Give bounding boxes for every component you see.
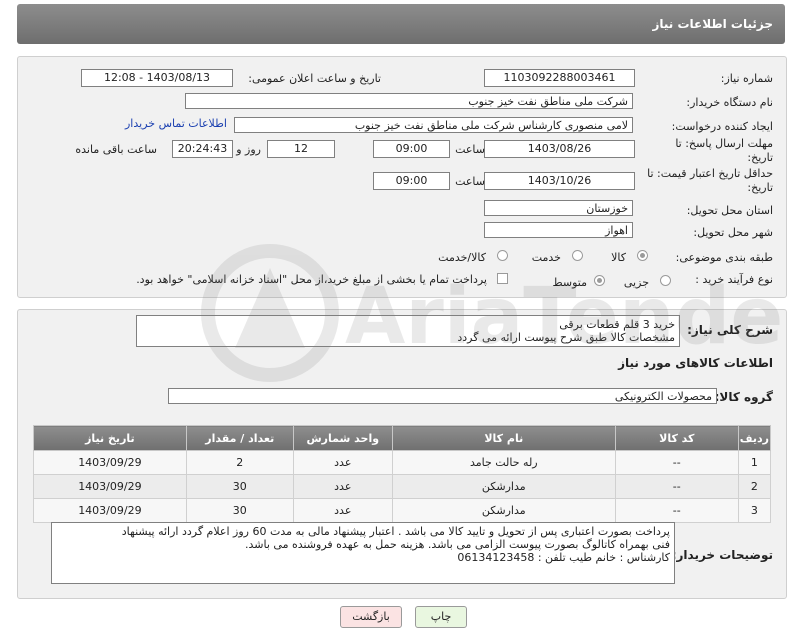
category-radio-service[interactable] — [572, 250, 583, 261]
cell-name: مدارشکن — [391, 498, 616, 523]
category-option-goods-service: کالا/خدمت — [438, 251, 486, 264]
treasury-payment-note: پرداخت تمام یا بخشی از مبلغ خرید،از محل … — [136, 273, 487, 286]
summary-textarea: خرید 3 قلم قطعات برقی مشخصات کالا طبق شر… — [136, 315, 680, 347]
cell-name: مدارشکن — [391, 474, 616, 499]
province-field: خوزستان — [484, 200, 633, 216]
buyer-org-label: نام دستگاه خریدار: — [686, 96, 773, 109]
need-number-label: شماره نیاز: — [720, 72, 773, 85]
category-option-service: خدمت — [531, 251, 561, 264]
reply-deadline-label: مهلت ارسال پاسخ: تا — [675, 137, 773, 150]
reply-date-field: 1403/08/26 — [484, 140, 635, 158]
announce-field: 1403/08/13 - 12:08 — [81, 69, 233, 87]
buyer-org-field: شرکت ملی مناطق نفت خیز جنوب — [185, 93, 633, 109]
back-button[interactable]: بازگشت — [340, 606, 402, 628]
city-field: اهواز — [484, 222, 633, 238]
cell-row: 2 — [737, 474, 772, 499]
buyer-contact-link[interactable]: اطلاعات تماس خریدار — [125, 117, 227, 130]
cell-code: -- — [614, 450, 739, 475]
city-label: شهر محل تحویل: — [693, 226, 773, 239]
price-time-field: 09:00 — [373, 172, 450, 190]
col-qty: تعداد / مقدار — [185, 425, 294, 451]
col-name: نام کالا — [391, 425, 616, 451]
cell-name: رله حالت جامد — [391, 450, 616, 475]
cell-code: -- — [614, 474, 739, 499]
table-row: 2 -- مدارشکن عدد 30 1403/09/29 — [33, 474, 772, 499]
category-radio-goods-service[interactable] — [497, 250, 508, 261]
cell-row: 3 — [737, 498, 772, 523]
print-button[interactable]: چاپ — [415, 606, 467, 628]
summary-line-1: خرید 3 قلم قطعات برقی — [559, 318, 675, 331]
price-date-field: 1403/10/26 — [484, 172, 635, 190]
buyer-notes-line-2: فنی بهمراه کاتالوگ بصورت پیوست الزامی می… — [245, 538, 670, 551]
purchase-option-medium: متوسط — [552, 276, 587, 289]
goods-table-header: ردیف کد کالا نام کالا واحد شمارش تعداد /… — [33, 425, 772, 451]
table-row: 1 -- رله حالت جامد عدد 2 1403/09/29 — [33, 450, 772, 475]
category-option-goods: کالا — [611, 251, 626, 264]
province-label: استان محل تحویل: — [686, 204, 773, 217]
remaining-time-label: ساعت باقی مانده — [75, 143, 157, 156]
cell-unit: عدد — [292, 450, 393, 475]
cell-date: 1403/09/29 — [33, 498, 187, 523]
buyer-notes-label: توضیحات خریدار: — [671, 548, 773, 562]
reply-deadline-date-label: تاریخ: — [747, 151, 773, 164]
summary-label: شرح کلی نیاز: — [687, 323, 773, 337]
price-validity-label: حداقل تاریخ اعتبار قیمت: تا — [647, 167, 773, 180]
announce-label: تاریخ و ساعت اعلان عمومی: — [248, 72, 381, 85]
need-number-field: 1103092288003461 — [484, 69, 635, 87]
col-unit: واحد شمارش — [292, 425, 393, 451]
creator-label: ایجاد کننده درخواست: — [671, 120, 773, 133]
cell-date: 1403/09/29 — [33, 450, 187, 475]
cell-date: 1403/09/29 — [33, 474, 187, 499]
reply-time-field: 09:00 — [373, 140, 450, 158]
summary-line-2: مشخصات کالا طبق شرح پیوست ارائه می گردد — [457, 331, 675, 344]
category-radio-goods[interactable] — [637, 250, 648, 261]
buyer-notes-line-1: پرداخت بصورت اعتباری پس از تحویل و تایید… — [121, 525, 670, 538]
goods-table: ردیف کد کالا نام کالا واحد شمارش تعداد /… — [33, 425, 772, 523]
days-label: روز و — [236, 143, 261, 156]
treasury-payment-checkbox[interactable] — [497, 273, 508, 284]
cell-unit: عدد — [292, 474, 393, 499]
creator-field: لامی منصوری کارشناس شرکت ملی مناطق نفت خ… — [234, 117, 633, 133]
remaining-time-field: 20:24:43 — [172, 140, 233, 158]
col-row: ردیف — [737, 425, 772, 451]
purchase-option-minor: جزیی — [623, 276, 649, 289]
page-title: جزئیات اطلاعات نیاز — [652, 17, 773, 31]
goods-section-title: اطلاعات کالاهای مورد نیاز — [618, 356, 773, 370]
price-time-label: ساعت — [455, 175, 485, 188]
buyer-notes-line-3: کارشناس : خانم طیب تلفن : 06134123458 — [457, 551, 670, 564]
goods-group-label: گروه کالا: — [714, 390, 773, 404]
page-header: جزئیات اطلاعات نیاز — [17, 4, 785, 44]
cell-qty: 30 — [185, 474, 294, 499]
buyer-notes-textarea: پرداخت بصورت اعتباری پس از تحویل و تایید… — [51, 522, 675, 584]
purchase-radio-minor[interactable] — [660, 275, 671, 286]
col-date: تاریخ نیاز — [33, 425, 187, 451]
table-row: 3 -- مدارشکن عدد 30 1403/09/29 — [33, 498, 772, 523]
cell-qty: 30 — [185, 498, 294, 523]
reply-time-label: ساعت — [455, 143, 485, 156]
category-label: طبقه بندی موضوعی: — [675, 251, 773, 264]
cell-qty: 2 — [185, 450, 294, 475]
purchase-type-label: نوع فرآیند خرید : — [695, 273, 773, 286]
goods-group-field: محصولات الکترونیکی — [168, 388, 717, 404]
cell-code: -- — [614, 498, 739, 523]
purchase-radio-medium[interactable] — [594, 275, 605, 286]
price-validity-date-label: تاریخ: — [747, 181, 773, 194]
cell-row: 1 — [737, 450, 772, 475]
cell-unit: عدد — [292, 498, 393, 523]
days-field: 12 — [267, 140, 335, 158]
col-code: کد کالا — [614, 425, 739, 451]
